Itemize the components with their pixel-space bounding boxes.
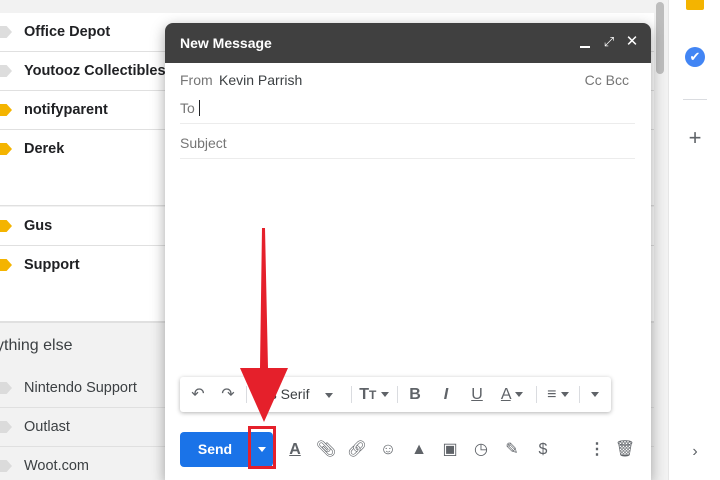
tasks-icon[interactable]: ✔ (685, 47, 705, 67)
text-color-button[interactable]: A (494, 377, 530, 412)
underline-button[interactable]: U (465, 377, 489, 412)
label-tag (0, 259, 12, 271)
label-tag (0, 421, 12, 433)
label-tag (0, 26, 12, 38)
cc-bcc-link[interactable]: Cc Bcc (585, 72, 629, 88)
bold-button[interactable]: B (403, 377, 427, 412)
align-icon[interactable]: ≡ (542, 377, 574, 412)
compose-header[interactable]: New Message ⤢ ✕ (165, 23, 651, 63)
attach-icon[interactable]: 📎︎ (314, 432, 338, 467)
sender-name: Office Depot (24, 24, 111, 40)
close-icon[interactable]: ✕ (624, 34, 640, 50)
sender-name: Support (24, 257, 80, 273)
photo-icon[interactable]: ▣ (438, 432, 462, 467)
more-formatting-icon[interactable] (585, 377, 605, 412)
chevron-down-icon (591, 392, 599, 398)
compose-window: New Message ⤢ ✕ From Kevin Parrish Cc Bc… (165, 23, 651, 480)
more-options-icon[interactable]: ⋮ (585, 432, 609, 467)
formatting-toolbar: ↶ ↷ ns Serif TT B I U A ≡ (180, 377, 611, 412)
drive-icon[interactable]: ▲ (407, 432, 431, 467)
sender-name: Derek (24, 141, 65, 157)
compose-title: New Message (180, 35, 272, 51)
scrollbar-thumb[interactable] (656, 2, 664, 74)
font-name: ns Serif (262, 386, 310, 402)
fullscreen-icon[interactable]: ⤢ (601, 34, 617, 50)
minimize-icon[interactable] (577, 34, 593, 50)
sender-name: notifyparent (24, 102, 108, 118)
label-tag (0, 460, 12, 472)
emoji-icon[interactable]: ☺ (376, 432, 400, 467)
sender-name: Gus (24, 218, 53, 234)
divider (397, 386, 398, 403)
chevron-down-icon (515, 392, 524, 398)
message-body[interactable] (180, 163, 635, 373)
undo-icon[interactable]: ↶ (186, 377, 210, 412)
divider (683, 99, 707, 100)
confidential-icon[interactable]: ◷ (469, 432, 493, 467)
chevron-down-icon (380, 392, 389, 398)
signature-icon[interactable]: ✎ (500, 432, 524, 467)
add-icon[interactable]: + (685, 127, 705, 149)
divider (579, 386, 580, 403)
sender-name: Youtooz Collectibles (24, 63, 166, 79)
link-icon[interactable]: 🔗︎ (345, 432, 369, 467)
label-tag (0, 65, 12, 77)
send-button[interactable]: Send (180, 432, 250, 467)
trash-icon[interactable]: 🗑︎ (613, 432, 637, 467)
label-tag (0, 104, 12, 116)
sender-name: Outlast (24, 419, 70, 435)
from-name[interactable]: Kevin Parrish (219, 72, 302, 88)
italic-button[interactable]: I (434, 377, 458, 412)
label-tag (0, 220, 12, 232)
sender-name: Nintendo Support (24, 380, 137, 396)
divider (351, 386, 352, 403)
formatting-options-icon[interactable]: A (283, 432, 307, 467)
sender-name: Woot.com (24, 458, 90, 474)
label-tag (0, 143, 12, 155)
redo-icon[interactable]: ↷ (216, 377, 240, 412)
keep-icon[interactable] (686, 0, 704, 10)
divider (536, 386, 537, 403)
annotation-highlight (248, 426, 276, 469)
label-tag (0, 382, 12, 394)
to-label: To (180, 100, 195, 116)
from-label: From (180, 72, 213, 88)
side-panel: ✔ + › (668, 0, 720, 480)
subject-field[interactable]: Subject (180, 126, 635, 159)
text-size-icon[interactable]: TT (356, 377, 392, 412)
expand-icon[interactable]: › (685, 442, 705, 462)
to-field[interactable]: To (180, 91, 635, 124)
subject-input[interactable]: Subject (180, 135, 227, 151)
dollar-icon[interactable]: $ (531, 432, 555, 467)
font-select[interactable]: ns Serif (262, 377, 348, 412)
chevron-down-icon (560, 392, 569, 398)
section-title: ything else (0, 337, 73, 354)
chevron-down-icon (325, 392, 334, 398)
text-color-icon: A (500, 386, 511, 403)
text-cursor (199, 100, 200, 116)
divider (246, 386, 247, 403)
